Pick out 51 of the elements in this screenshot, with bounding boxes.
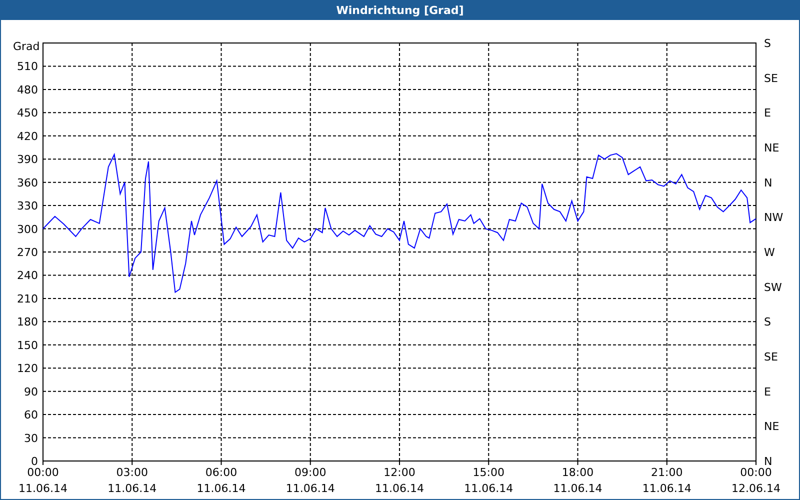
y-tick-label: 450	[17, 106, 38, 120]
y-tick-label: 330	[17, 200, 38, 213]
x-tick-label: 15:00	[472, 466, 504, 479]
y-tick-label: 180	[17, 316, 38, 329]
date-label: 11.06.14	[18, 482, 68, 495]
compass-label: E	[764, 106, 771, 120]
window-title: Windrichtung [Grad]	[1, 1, 799, 20]
compass-label: S	[764, 37, 771, 50]
compass-label: NE	[764, 142, 780, 154]
axis-label: Grad	[13, 40, 40, 53]
date-label: 11.06.14	[375, 482, 424, 495]
x-tick-label: 21:00	[651, 466, 683, 479]
y-tick-label: 270	[17, 246, 38, 259]
y-tick-label: 210	[17, 292, 38, 306]
y-tick-label: 30	[24, 432, 38, 445]
compass-label: SE	[764, 72, 778, 85]
date-label: 11.06.14	[196, 482, 246, 495]
y-tick-label: 360	[17, 176, 38, 190]
y-tick-label: 60	[24, 408, 38, 422]
compass-label: SW	[764, 280, 782, 294]
compass-label: S	[764, 316, 771, 329]
y-tick-label: 120	[17, 362, 38, 376]
y-tick-label: 150	[17, 338, 38, 352]
date-label: 11.06.14	[642, 482, 692, 495]
x-tick-label: 18:00	[562, 466, 594, 479]
compass-label: NE	[764, 420, 780, 434]
y-tick-label: 480	[17, 83, 38, 96]
y-tick-label: 510	[17, 60, 38, 74]
y-tick-label: 390	[17, 153, 38, 166]
compass-label: E	[764, 385, 771, 398]
y-tick-label: 240	[17, 269, 38, 282]
date-label: 11.06.14	[286, 482, 335, 495]
compass-label: N	[764, 176, 772, 190]
y-tick-label: 300	[17, 222, 38, 236]
x-tick-label: 06:00	[205, 466, 238, 479]
x-tick-label: 12:00	[384, 466, 416, 479]
compass-label: W	[764, 246, 775, 259]
compass-label: NW	[764, 211, 784, 224]
date-label: 11.06.14	[108, 482, 157, 495]
x-tick-label: 09:00	[294, 466, 326, 479]
compass-label: N	[764, 455, 772, 468]
y-tick-label: 90	[24, 385, 38, 398]
x-tick-label: 00:00	[740, 466, 772, 479]
y-tick-label: 420	[17, 130, 38, 143]
date-label: 12.06.14	[732, 482, 780, 495]
date-label: 11.06.14	[553, 482, 602, 495]
date-label: 11.06.14	[464, 482, 514, 495]
x-tick-label: 03:00	[116, 466, 148, 479]
y-tick-label: 0	[31, 455, 38, 468]
compass-label: SE	[764, 350, 778, 364]
x-tick-label: 00:00	[27, 466, 59, 479]
